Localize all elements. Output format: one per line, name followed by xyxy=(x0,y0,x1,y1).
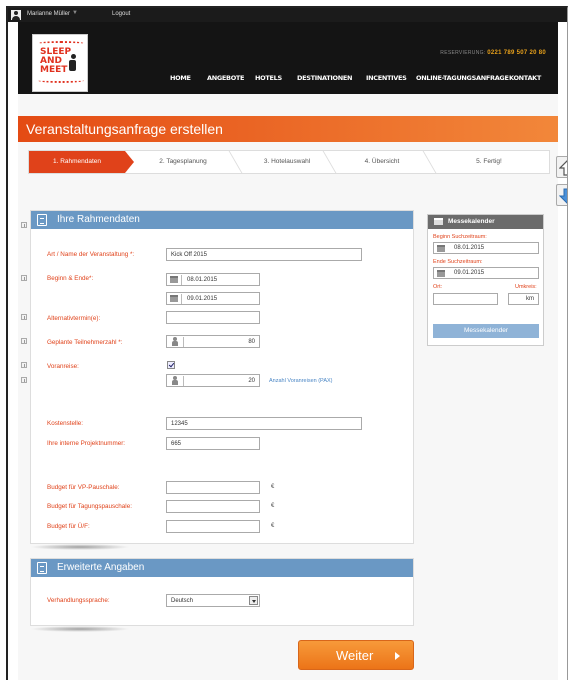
cost-center-input[interactable]: 12345 xyxy=(166,417,362,430)
calendar-icon[interactable] xyxy=(437,245,445,252)
calendar-icon[interactable] xyxy=(437,270,445,277)
user-bar: Marianne Müller ▼ Logout xyxy=(8,8,567,22)
language-select[interactable]: Deutsch xyxy=(166,594,260,607)
rahmendaten-panel: Ihre Rahmendaten Art / Name der Veransta… xyxy=(30,210,414,544)
user-name[interactable]: Marianne Müller xyxy=(27,11,70,17)
pre-arrival-pax-hint[interactable]: Anzahl Voranreisen (PAX) xyxy=(269,378,333,384)
logo-figure-icon xyxy=(68,54,78,72)
event-name-input[interactable]: Kick Off 2015 xyxy=(166,248,362,261)
nav-home[interactable]: HOME xyxy=(170,74,191,82)
date-end-input[interactable]: 09.01.2015 xyxy=(166,292,260,305)
info-icon[interactable] xyxy=(21,222,27,228)
dates-label: Beginn & Ende*: xyxy=(47,275,94,282)
pre-arrival-label: Voranreise: xyxy=(47,363,79,370)
logout-link[interactable]: Logout xyxy=(112,11,130,17)
project-number-input[interactable]: 665 xyxy=(166,437,260,450)
currency-symbol: € xyxy=(271,503,275,509)
nav-hotels[interactable]: HOTELS xyxy=(255,74,282,82)
calendar-icon xyxy=(434,218,443,225)
messekalender-panel: Messekalender Beginn Suchzeitraum: 08.01… xyxy=(427,214,544,346)
main-nav: HOME ANGEBOTE HOTELS DESTINATIONEN INCEN… xyxy=(18,74,558,86)
weiter-button[interactable]: Weiter xyxy=(298,640,414,670)
site-header: SLEEP AND MEET RESERVIERUNG: 0221 789 50… xyxy=(18,22,558,94)
search-start-input[interactable]: 08.01.2015 xyxy=(433,242,539,254)
budget-tp-input[interactable] xyxy=(166,500,260,513)
info-icon[interactable] xyxy=(21,362,27,368)
scroll-up-button[interactable] xyxy=(556,156,567,178)
project-number-label: Ihre interne Projektnummer: xyxy=(47,440,126,447)
participants-input[interactable]: 80 xyxy=(166,335,260,348)
info-icon[interactable] xyxy=(21,338,27,344)
page-title: Veranstaltungsanfrage erstellen xyxy=(18,116,558,142)
browser-frame: Marianne Müller ▼ Logout SLEEP AND MEET … xyxy=(6,6,568,680)
search-start-label: Beginn Suchzeitraum: xyxy=(433,234,487,240)
radius-input[interactable]: km xyxy=(508,293,539,305)
step-fertig[interactable]: 5. Fertig! xyxy=(429,151,549,173)
nav-incentives[interactable]: INCENTIVES xyxy=(366,74,407,82)
pre-arrival-checkbox[interactable] xyxy=(167,361,175,369)
erweitert-header: Erweiterte Angaben xyxy=(31,559,413,577)
search-end-input[interactable]: 09.01.2015 xyxy=(433,267,539,279)
messekalender-button[interactable]: Messekalender xyxy=(433,324,539,338)
currency-symbol: € xyxy=(271,523,275,529)
erweitert-panel: Erweiterte Angaben Verhandlungssprache: … xyxy=(30,558,414,626)
chevron-down-icon[interactable] xyxy=(249,596,258,605)
play-arrow-icon xyxy=(395,652,400,660)
search-end-label: Ende Suchzeitraum: xyxy=(433,259,483,265)
rahmendaten-header: Ihre Rahmendaten xyxy=(31,211,413,229)
info-icon[interactable] xyxy=(21,314,27,320)
step-tagesplanung[interactable]: 2. Tagesplanung xyxy=(133,151,233,173)
info-icon[interactable] xyxy=(21,377,27,383)
info-icon[interactable] xyxy=(21,275,27,281)
participants-label: Geplante Teilnehmerzahl *: xyxy=(47,339,123,346)
calendar-icon[interactable] xyxy=(170,295,178,302)
budget-uf-label: Budget für Ü/F: xyxy=(47,523,90,530)
calendar-icon[interactable] xyxy=(170,276,178,283)
location-input[interactable] xyxy=(433,293,498,305)
user-avatar-icon[interactable] xyxy=(11,10,21,20)
language-label: Verhandlungssprache: xyxy=(47,597,110,604)
scroll-down-button[interactable] xyxy=(556,184,567,206)
step-rahmendaten[interactable]: 1. Rahmendaten xyxy=(29,151,134,173)
nav-angebote[interactable]: ANGEBOTE xyxy=(207,74,245,82)
nav-online-tagungsanfrage[interactable]: ONLINE-TAGUNGSANFRAGE xyxy=(416,74,509,82)
pre-arrival-input[interactable]: 20 xyxy=(166,374,260,387)
step-indicator: 1. Rahmendaten 2. Tagesplanung 3. Hotela… xyxy=(28,150,550,174)
budget-tp-label: Budget für Tagungspauschale: xyxy=(47,503,132,510)
arrow-up-icon xyxy=(559,160,567,176)
budget-vp-input[interactable] xyxy=(166,481,260,494)
date-start-input[interactable]: 08.01.2015 xyxy=(166,273,260,286)
event-name-label: Art / Name der Veranstaltung *: xyxy=(47,251,135,258)
person-icon xyxy=(172,337,178,346)
budget-vp-label: Budget für VP-Pauschale: xyxy=(47,484,120,491)
nav-destinationen[interactable]: DESTINATIONEN xyxy=(297,74,352,82)
cost-center-label: Kostenstelle: xyxy=(47,420,84,427)
currency-symbol: € xyxy=(271,484,275,490)
arrow-down-icon xyxy=(559,188,567,204)
document-icon xyxy=(37,214,47,226)
budget-uf-input[interactable] xyxy=(166,520,260,533)
location-label: Ort: xyxy=(433,284,443,290)
nav-kontakt[interactable]: KONTAKT xyxy=(509,74,541,82)
radius-label: Umkreis: xyxy=(515,284,537,290)
alt-date-label: Alternativtermin(e): xyxy=(47,315,101,322)
document-icon xyxy=(37,562,47,574)
messekalender-header: Messekalender xyxy=(428,215,543,229)
reservation-hotline: RESERVIERUNG: 0221 789 507 20 80 xyxy=(440,50,546,56)
person-icon xyxy=(172,376,178,385)
chevron-down-icon[interactable]: ▼ xyxy=(72,10,78,16)
alt-date-input[interactable] xyxy=(166,311,260,324)
